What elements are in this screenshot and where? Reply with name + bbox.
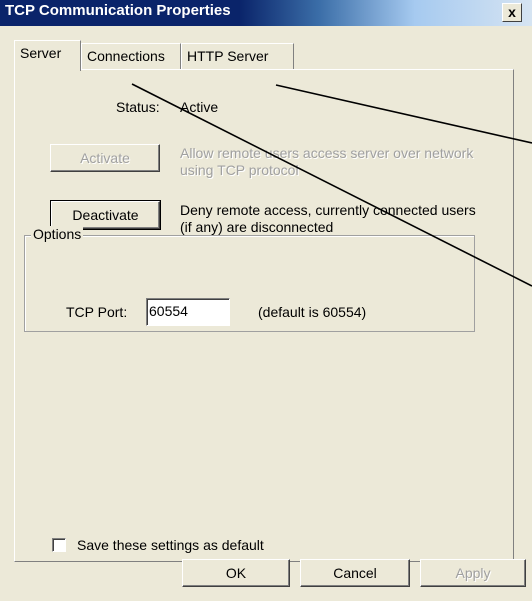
tab-server-label: Server: [20, 45, 62, 61]
tab-server[interactable]: Server: [14, 40, 81, 71]
cancel-button-label: Cancel: [333, 565, 377, 581]
close-icon: x: [508, 4, 516, 20]
tab-connections-label: Connections: [87, 48, 165, 64]
status-label: Status:: [116, 99, 160, 115]
tcp-port-label: TCP Port:: [66, 304, 128, 320]
title-bar[interactable]: TCP Communication Properties x: [0, 0, 532, 26]
tab-http-server-label: HTTP Server: [187, 48, 269, 64]
tab-http-server[interactable]: HTTP Server: [181, 43, 294, 69]
save-default-checkbox[interactable]: [52, 538, 66, 552]
ok-button-label: OK: [225, 565, 247, 581]
deactivate-description: Deny remote access, currently connected …: [180, 202, 476, 235]
apply-button[interactable]: Apply: [420, 559, 526, 587]
close-button[interactable]: x: [502, 3, 522, 22]
window-title: TCP Communication Properties: [5, 2, 231, 19]
options-groupbox-title: Options: [31, 226, 84, 242]
cancel-button[interactable]: Cancel: [300, 559, 410, 587]
tcp-port-value: 60554: [149, 303, 188, 319]
tcp-port-input[interactable]: 60554: [146, 298, 230, 326]
activate-button-label: Activate: [80, 150, 130, 166]
properties-dialog: Connections HTTP Server Server Status: A…: [0, 26, 532, 601]
activate-description: Allow remote users access server over ne…: [180, 145, 474, 178]
status-value: Active: [180, 99, 219, 115]
tcp-port-default-hint: (default is 60554): [258, 304, 367, 320]
tab-connections[interactable]: Connections: [81, 43, 181, 69]
activate-button[interactable]: Activate: [50, 144, 160, 172]
apply-button-label: Apply: [455, 565, 491, 581]
deactivate-button[interactable]: Deactivate: [50, 200, 161, 230]
save-default-label[interactable]: Save these settings as default: [77, 537, 264, 553]
ok-button[interactable]: OK: [182, 559, 290, 587]
deactivate-button-label: Deactivate: [72, 207, 139, 223]
